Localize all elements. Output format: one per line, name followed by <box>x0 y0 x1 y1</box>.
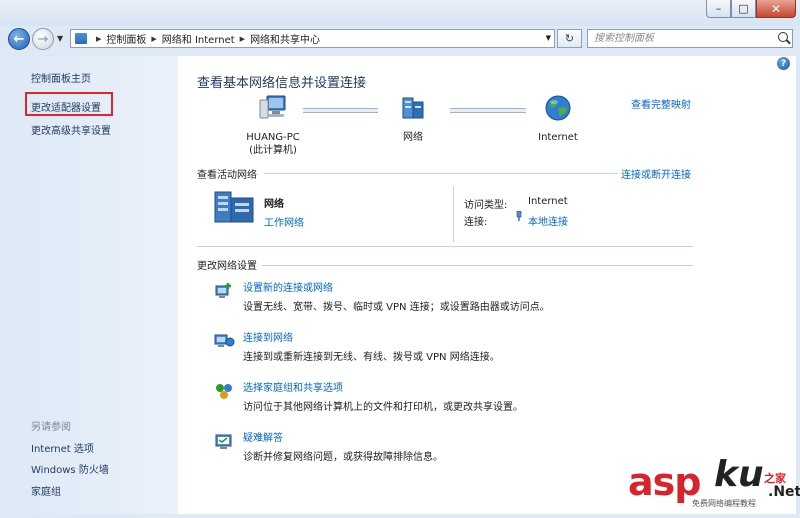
sidebar-item-control-panel-home[interactable]: 控制面板主页 <box>31 70 91 85</box>
sidebar-item-change-adapter-settings[interactable]: 更改适配器设置 <box>31 99 101 114</box>
sidebar-item-homegroup[interactable]: 家庭组 <box>31 483 61 498</box>
control-panel-icon <box>75 33 87 44</box>
network-icon <box>402 97 424 119</box>
homegroup-sharing-link[interactable]: 选择家庭组和共享选项 <box>243 379 343 394</box>
task-description: 连接到或重新连接到无线、有线、拨号或 VPN 网络连接。 <box>243 352 500 363</box>
back-button[interactable]: ← <box>8 28 30 50</box>
ethernet-icon <box>516 211 522 221</box>
search-input[interactable]: 搜索控制面板 <box>587 29 793 48</box>
watermark-subtitle: 免费网络编程教程 <box>692 499 756 508</box>
connect-network-icon <box>214 334 235 347</box>
arrow-right-icon: → <box>37 31 49 47</box>
page-title: 查看基本网络信息并设置连接 <box>197 76 367 91</box>
new-connection-icon <box>215 283 231 298</box>
change-settings-heading: 更改网络设置 <box>197 261 257 272</box>
connect-to-network-link[interactable]: 连接到网络 <box>243 329 293 344</box>
arrow-left-icon: ← <box>13 31 25 47</box>
view-full-map-link[interactable]: 查看完整映射 <box>631 96 691 111</box>
watermark-logo: asp ku 之家 .Net 免费网络编程教程 <box>600 440 800 514</box>
chevron-right-icon[interactable]: ▶ <box>240 35 245 43</box>
help-icon[interactable]: ? <box>777 57 790 70</box>
watermark-asp-text: asp <box>628 460 701 504</box>
navigation-bar: ← → ▼ ▶ 控制面板 ▶ 网络和 Internet ▶ 网络和共享中心 ▼ … <box>0 26 800 52</box>
divider <box>453 186 454 242</box>
task-description: 诊断并修复网络问题，或获得故障排除信息。 <box>243 452 443 463</box>
map-node-network[interactable]: 网络 <box>378 94 448 144</box>
address-bar[interactable]: ▶ 控制面板 ▶ 网络和 Internet ▶ 网络和共享中心 ▼ <box>70 29 555 48</box>
divider <box>264 173 618 174</box>
map-node-computer[interactable]: HUANG-PC (此计算机) <box>233 94 313 157</box>
sidebar-item-internet-options[interactable]: Internet 选项 <box>31 440 94 455</box>
title-bar: – □ ✕ <box>0 0 800 26</box>
forward-button[interactable]: → <box>32 28 54 50</box>
maximize-button[interactable]: □ <box>731 0 756 18</box>
minimize-button[interactable]: – <box>706 0 731 18</box>
setup-new-connection-link[interactable]: 设置新的连接或网络 <box>243 279 333 294</box>
sidebar-item-advanced-sharing-settings[interactable]: 更改高级共享设置 <box>31 122 111 137</box>
computer-subtitle: (此计算机) <box>249 145 297 156</box>
map-node-internet[interactable]: Internet <box>523 94 593 144</box>
access-type-value: Internet <box>528 196 568 207</box>
explorer-window: – □ ✕ ← → ▼ ▶ 控制面板 ▶ 网络和 Internet ▶ 网络和共… <box>0 0 800 518</box>
task-description: 访问位于其他网络计算机上的文件和打印机，或更改共享设置。 <box>243 402 523 413</box>
connections-label: 连接: <box>464 217 488 228</box>
troubleshoot-icon <box>215 434 232 449</box>
breadcrumb-network-internet[interactable]: 网络和 Internet <box>162 31 235 46</box>
task-new-connection: 设置新的连接或网络 设置无线、宽带、拨号、临时或 VPN 连接；或设置路由器或访… <box>213 278 693 318</box>
active-networks-heading: 查看活动网络 <box>197 170 257 181</box>
divider <box>197 246 693 247</box>
computer-name: HUANG-PC <box>246 132 300 143</box>
breadcrumb-control-panel[interactable]: 控制面板 <box>106 31 146 46</box>
recent-pages-dropdown-icon[interactable]: ▼ <box>57 34 63 43</box>
network-type-link[interactable]: 工作网络 <box>264 214 304 229</box>
search-placeholder: 搜索控制面板 <box>594 33 654 44</box>
refresh-icon: ↻ <box>564 32 575 45</box>
breadcrumb-network-sharing-center[interactable]: 网络和共享中心 <box>250 31 320 46</box>
internet-label: Internet <box>538 132 578 143</box>
sidebar: 控制面板主页 更改适配器设置 更改高级共享设置 另请参阅 Internet 选项… <box>4 56 178 514</box>
chevron-right-icon[interactable]: ▶ <box>151 35 156 43</box>
computer-icon <box>259 95 286 119</box>
network-building-icon[interactable] <box>213 190 257 224</box>
search-icon[interactable] <box>778 32 788 42</box>
local-connection-link[interactable]: 本地连接 <box>528 213 568 228</box>
homegroup-icon <box>216 384 232 399</box>
network-label: 网络 <box>403 132 423 143</box>
troubleshoot-link[interactable]: 疑难解答 <box>243 429 283 444</box>
task-description: 设置无线、宽带、拨号、临时或 VPN 连接；或设置路由器或访问点。 <box>243 302 550 313</box>
task-homegroup-sharing: 选择家庭组和共享选项 访问位于其他网络计算机上的文件和打印机，或更改共享设置。 <box>213 378 693 418</box>
task-connect-to-network: 连接到网络 连接到或重新连接到无线、有线、拨号或 VPN 网络连接。 <box>213 328 693 368</box>
chevron-down-icon[interactable]: ▼ <box>546 34 551 42</box>
divider <box>262 265 693 266</box>
refresh-button[interactable]: ↻ <box>557 29 582 48</box>
see-also-heading: 另请参阅 <box>31 422 71 433</box>
active-network-panel: 网络 工作网络 访问类型: Internet 连接: 本地连接 <box>197 186 693 242</box>
close-button[interactable]: ✕ <box>756 0 796 18</box>
globe-icon <box>545 95 571 121</box>
connect-disconnect-link[interactable]: 连接或断开连接 <box>621 166 691 181</box>
chevron-right-icon[interactable]: ▶ <box>96 35 101 43</box>
sidebar-item-windows-firewall[interactable]: Windows 防火墙 <box>31 461 109 476</box>
access-type-label: 访问类型: <box>464 200 508 211</box>
watermark-net-text: .Net <box>768 484 800 500</box>
active-network-name: 网络 <box>264 199 284 210</box>
watermark-ku-text: ku <box>714 454 764 495</box>
map-connection-line <box>450 108 526 113</box>
map-connection-line <box>303 108 378 113</box>
